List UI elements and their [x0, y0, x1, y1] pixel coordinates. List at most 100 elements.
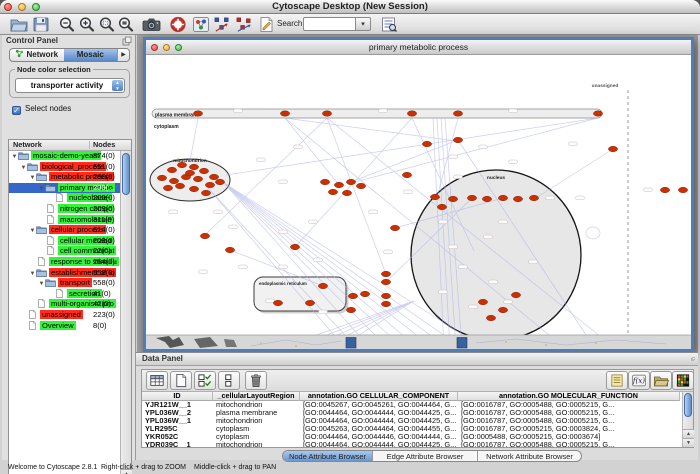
- network-canvas[interactable]: plasma membranecytoplasmmitochondrionnuc…: [146, 55, 691, 349]
- tree-row-count: 311(0): [93, 215, 114, 226]
- vizmapper-icon[interactable]: [192, 16, 210, 33]
- table-row-4[interactable]: YKR052Ccytoplasm[GO:0044464, GO:0044446,…: [142, 433, 682, 441]
- tree-row-1[interactable]: ▼biological_process651(0): [9, 162, 120, 173]
- table-cell: mitochondrion: [213, 401, 300, 409]
- network-window-titlebar[interactable]: primary metabolic process: [146, 40, 691, 55]
- main-toolbar: Search: ▾: [0, 14, 700, 35]
- table-scroll-down-icon[interactable]: ▼: [683, 438, 694, 447]
- select-nodes-checkbox[interactable]: ✓: [12, 106, 21, 115]
- zoom-out-icon[interactable]: [58, 16, 76, 33]
- folder-icon: [36, 225, 49, 235]
- table-scroll-up-icon[interactable]: ▲: [683, 429, 694, 438]
- table-row-0[interactable]: YJR121W__1mitochondrion[GO:0045267, GO:0…: [142, 401, 682, 409]
- table-cell: [GO:0016787, GO:0005215, GO:0003824, G..…: [458, 425, 680, 433]
- save-icon[interactable]: [32, 16, 50, 33]
- table-row-2[interactable]: YPL036W__1mitochondrion[GO:0044464, GO:0…: [142, 417, 682, 425]
- folder-icon: [45, 278, 58, 288]
- delete-attribute-icon[interactable]: [245, 371, 267, 390]
- tree-row-6[interactable]: macromolecule311(0): [9, 215, 120, 226]
- tree-column-divider[interactable]: [89, 141, 90, 149]
- table-cell: YDR039C__1: [142, 441, 213, 447]
- file-icon: [36, 257, 49, 267]
- tree-row-14[interactable]: multi-organism pro42(0): [9, 299, 120, 310]
- tree-row-8[interactable]: cellular metabo209(0): [9, 236, 120, 247]
- search-options-icon[interactable]: [380, 16, 398, 33]
- tree-row-11[interactable]: ▼establishment of lo558(0): [9, 268, 120, 279]
- tree-row-3[interactable]: ▼primary metabo209(...: [9, 183, 120, 194]
- search-input[interactable]: [303, 17, 356, 31]
- first-neighbors-icon[interactable]: [213, 16, 231, 33]
- float-panel-icon[interactable]: [122, 36, 132, 46]
- zoom-fit-icon[interactable]: [117, 16, 135, 33]
- tab-network[interactable]: Network: [10, 49, 64, 61]
- open-icon[interactable]: [10, 16, 28, 33]
- plasma-membrane-label: plasma membrane: [155, 113, 199, 119]
- column-header-3[interactable]: annotation.GO MOLECULAR_FUNCTION: [458, 392, 680, 401]
- table-cell: [GO:0016787, GO:0005488, GO:0005215, G..…: [458, 417, 680, 425]
- tree-row-label: unassigned: [40, 310, 83, 319]
- tab-overflow-arrow-icon[interactable]: ▶: [117, 49, 129, 61]
- tree-row-0[interactable]: ▼mosaic-demo-yeast874(0): [9, 151, 120, 162]
- expand-network-icon[interactable]: [235, 16, 253, 33]
- tree-row-count: 8(0): [93, 321, 107, 332]
- zoom-in-icon[interactable]: [78, 16, 96, 33]
- tree-row-count: 614(0): [93, 225, 115, 236]
- select-all-attributes-icon[interactable]: [194, 371, 216, 390]
- tree-scrollbar[interactable]: ▲ ▼: [120, 151, 131, 474]
- table-scrollbar-thumb[interactable]: [684, 393, 692, 417]
- tree-row-7[interactable]: ▼cellular process614(0): [9, 225, 120, 236]
- annotation-icon[interactable]: [257, 16, 275, 33]
- folder-icon: [36, 268, 49, 278]
- search-dropdown-arrow-icon[interactable]: ▾: [356, 17, 371, 31]
- tree-row-9[interactable]: cell communicat22(0): [9, 246, 120, 257]
- status-pan-hint: Middle-click + drag to PAN: [194, 464, 276, 471]
- notepad-icon[interactable]: [606, 371, 628, 390]
- tab-mosaic[interactable]: Mosaic: [64, 49, 118, 61]
- tree-row-12[interactable]: ▼transport558(0): [9, 278, 120, 289]
- table-cell: [GO:0005488, GO:0005215, GO:0003674]: [458, 433, 680, 441]
- tree-row-2[interactable]: ▼metabolic process280(0): [9, 172, 120, 183]
- table-cell: cytoplasm: [213, 433, 300, 441]
- tree-column-network[interactable]: Network: [13, 140, 42, 150]
- import-table-icon[interactable]: [650, 371, 672, 390]
- tree-scrollbar-thumb[interactable]: [122, 153, 130, 195]
- tab-network-label: Network: [26, 50, 58, 59]
- column-header-1[interactable]: _cellularLayoutRegion: [213, 392, 300, 401]
- snapshot-icon[interactable]: [140, 16, 163, 33]
- data-panel-header: Data Panel: [136, 353, 698, 366]
- tree-row-10[interactable]: response to stimulu264(0): [9, 257, 120, 268]
- zoom-selected-icon[interactable]: [98, 16, 116, 33]
- folder-icon: [18, 151, 31, 161]
- create-attribute-icon[interactable]: [170, 371, 192, 390]
- node-color-dropdown[interactable]: transporter activity ▲▼: [15, 78, 125, 93]
- table-row-5[interactable]: YDR039C__1mitochondrion[GO:0044464, GO:0…: [142, 441, 682, 447]
- help-icon[interactable]: [169, 16, 187, 33]
- desktop-pane: primary metabolic process plasma membran…: [137, 35, 698, 352]
- table-cell: [GO:0044464, GO:0044444, GO:0044425, G..…: [300, 409, 458, 417]
- table-row-3[interactable]: YLR295Ccytoplasm[GO:0045263, GO:0044464,…: [142, 425, 682, 433]
- heatmap-icon[interactable]: [672, 371, 694, 390]
- table-row-1[interactable]: YPL036W__2plasma membrane[GO:0044464, GO…: [142, 409, 682, 417]
- tree-row-16[interactable]: Overview8(0): [9, 321, 120, 332]
- table-cell: [GO:0044464, GO:0044444, GO:0044425, G..…: [300, 417, 458, 425]
- column-header-0[interactable]: ID: [142, 392, 213, 401]
- unselect-all-attributes-icon[interactable]: [218, 371, 240, 390]
- tree-row-count: 209(0): [93, 204, 115, 215]
- svg-text:f(x): f(x): [632, 376, 645, 385]
- tree-column-nodes[interactable]: Nodes: [93, 140, 115, 150]
- file-icon: [45, 204, 58, 214]
- tree-row-count: 264(0): [93, 257, 115, 268]
- tree-row-count: 558(0): [93, 268, 115, 279]
- tree-row-15[interactable]: unassigned223(0): [9, 310, 120, 321]
- tree-row-5[interactable]: nitrogen compo209(0): [9, 204, 120, 215]
- tree-row-4[interactable]: nucleobase-209(0): [9, 193, 120, 204]
- column-header-2[interactable]: annotation.GO CELLULAR_COMPONENT: [300, 392, 458, 401]
- tree-row-label: mosaic-demo-yeast: [31, 151, 101, 160]
- float-data-panel-icon[interactable]: [685, 354, 695, 364]
- tree-row-13[interactable]: secretion41(0): [9, 289, 120, 300]
- select-attributes-icon[interactable]: [146, 371, 168, 390]
- table-scrollbar[interactable]: ▲ ▼: [682, 392, 693, 447]
- network-view-window[interactable]: primary metabolic process plasma membran…: [143, 37, 694, 352]
- file-icon: [45, 236, 58, 246]
- function-builder-icon[interactable]: f(x): [628, 371, 650, 390]
